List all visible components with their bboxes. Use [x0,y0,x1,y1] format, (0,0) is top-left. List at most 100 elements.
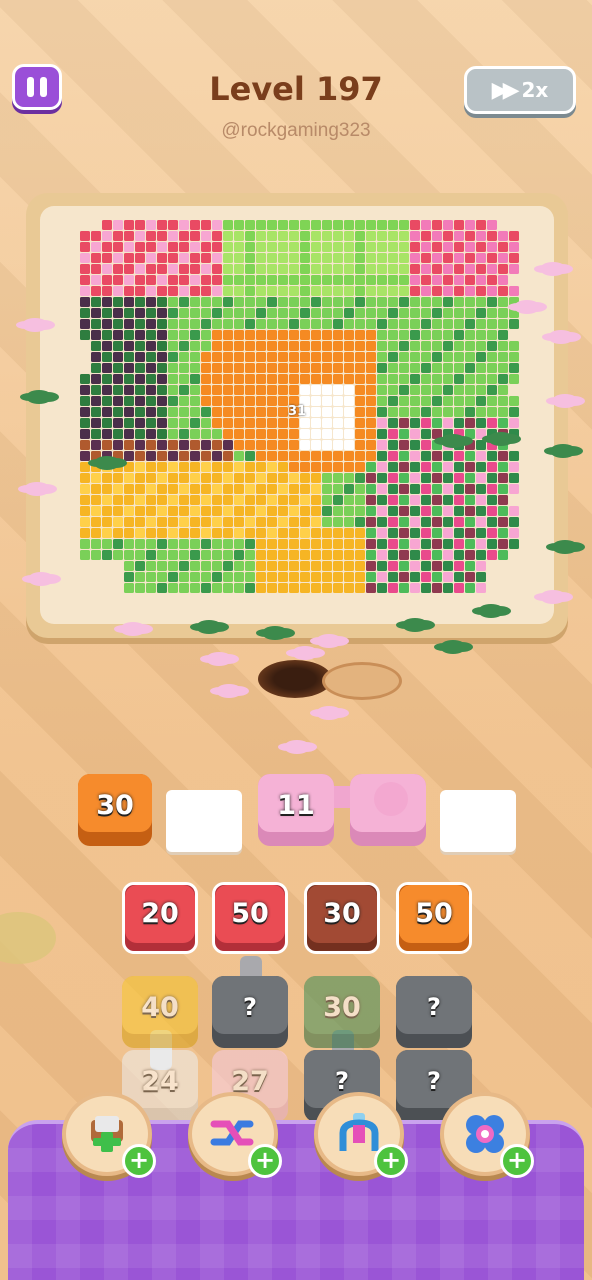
slot-block[interactable]: 11 [258,774,334,846]
pixel-tile [124,341,134,351]
pixel-tile [179,385,189,395]
pixel-tile [366,264,376,274]
pixel-tile [399,572,409,582]
pixel-tile [102,330,112,340]
pixel-tile [509,319,519,329]
add-booster-button[interactable]: + [374,1144,408,1178]
pixel-tile [179,352,189,362]
pixel-tile [91,319,101,329]
pixel-tile [344,319,354,329]
add-booster-button[interactable]: + [122,1144,156,1178]
pixel-tile [135,308,145,318]
pixel-tile [201,517,211,527]
pixel-tile [366,506,376,516]
pixel-tile [267,341,277,351]
pixel-tile [465,583,475,593]
pixel-tile [377,286,387,296]
grid-block[interactable]: 20 [122,882,198,954]
pixel-tile [201,385,211,395]
pixel-tile [355,264,365,274]
pixel-tile [113,550,123,560]
pixel-tile [168,462,178,472]
pixel-tile [410,429,420,439]
pixel-tile [333,385,343,395]
pixel-tile [80,462,90,472]
ant [540,590,566,604]
pixel-tile [157,550,167,560]
pixel-tile [201,473,211,483]
pixel-tile [388,396,398,406]
pixel-tile [300,275,310,285]
booster-shuffle[interactable]: + [188,1092,282,1178]
pixel-tile [201,484,211,494]
pixel-tile [454,550,464,560]
pixel-tile [146,572,156,582]
pixel-tile [179,308,189,318]
pixel-tile [234,220,244,230]
pixel-tile [454,297,464,307]
pixel-tile [465,396,475,406]
pixel-tile [179,286,189,296]
pixel-tile [399,264,409,274]
pixel-tile [80,253,90,263]
pixel-tile [333,352,343,362]
pixel-tile [223,297,233,307]
pixel-tile [124,330,134,340]
grid-block[interactable]: 30 [304,882,380,954]
pixel-tile [245,583,255,593]
add-booster-button[interactable]: + [248,1144,282,1178]
pixel-tile [333,297,343,307]
pixel-tile [443,253,453,263]
pixel-tile [498,308,508,318]
pixel-tile [377,396,387,406]
pixel-tile [443,264,453,274]
pixel-tile [190,264,200,274]
grid-block[interactable]: 50 [396,882,472,954]
pixel-tile [102,517,112,527]
grid-block[interactable]: 50 [212,882,288,954]
pixel-tile [212,429,222,439]
speed-button[interactable]: ▶▶ 2x [464,66,576,114]
pixel-tile [311,352,321,362]
pixel-tile [366,440,376,450]
grid-block: 40 [122,976,198,1048]
pixel-tile [432,462,442,472]
pixel-tile [113,275,123,285]
pixel-tile [333,462,343,472]
pixel-tile [487,330,497,340]
pixel-tile [267,407,277,417]
booster-add-slot[interactable]: + [62,1092,156,1178]
pixel-tile [179,396,189,406]
pixel-tile [333,440,343,450]
pixel-tile [465,440,475,450]
pixel-tile [487,319,497,329]
slot-block[interactable]: 30 [78,774,152,846]
pixel-tile [289,297,299,307]
pixel-tile [432,352,442,362]
pixel-tile [201,407,211,417]
pixel-tile [223,462,233,472]
pixel-tile [410,506,420,516]
pixel-tile [399,550,409,560]
pixel-tile [311,242,321,252]
pixel-tile [388,429,398,439]
pixel-tile [322,253,332,263]
pixel-tile [157,462,167,472]
pixel-tile [476,539,486,549]
booster-flower[interactable]: + [440,1092,534,1178]
pixel-tile [80,451,90,461]
pixel-tile [322,539,332,549]
pixel-tile [91,440,101,450]
pixel-tile [432,253,442,263]
pixel-tile [267,495,277,505]
pixel-tile [443,539,453,549]
pixel-tile [388,572,398,582]
pixel-tile [421,341,431,351]
pixel-tile [509,352,519,362]
pixel-tile [157,418,167,428]
pixel-tile [124,550,134,560]
pixel-tile [190,418,200,428]
pixel-tile [168,583,178,593]
add-booster-button[interactable]: + [500,1144,534,1178]
booster-magnet[interactable]: + [314,1092,408,1178]
